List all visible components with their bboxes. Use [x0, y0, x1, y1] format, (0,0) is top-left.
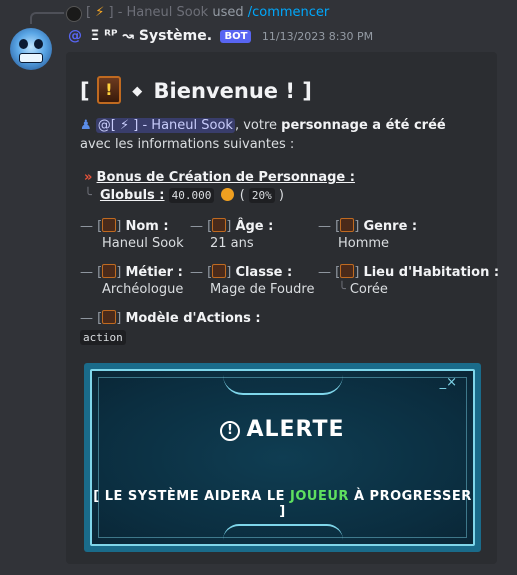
hook-icon: ╰ [84, 188, 92, 203]
warning-box-icon [96, 76, 121, 104]
user-mention[interactable]: @[ ⚡ ] - Haneul Sook [95, 118, 235, 133]
title-bracket: [ [80, 79, 90, 103]
field-genre: — [] Genre : Homme [318, 218, 418, 251]
reply-context[interactable]: [ ⚡ ] - Haneul Sook used /commencer [0, 0, 517, 28]
alert-msg-highlight: JOUEUR [290, 489, 349, 504]
spiral-icon: @ [68, 28, 82, 44]
command-link[interactable]: /commencer [248, 5, 330, 20]
field-age: — [] Âge : 21 ans [190, 218, 274, 251]
bonus-title: » Bonus de Création de Personnage : [84, 170, 355, 185]
field-classe: — [] Classe : Mage de Foudre [190, 264, 315, 297]
embed-title: [ ◆ Bienvenue ! ] [80, 76, 312, 104]
bonus-title-text: Bonus de Création de Personnage : [96, 170, 355, 185]
field-value: Haneul Sook [102, 236, 184, 251]
field-modele: — [] Modèle d'Actions : action [80, 310, 261, 345]
paren-open: ( [239, 188, 245, 203]
field-label: Nom : [125, 219, 169, 234]
alert-msg-1: [ LE SYSTÈME AIDERA LE [93, 489, 291, 504]
globuls-label: Globuls : [99, 188, 165, 203]
field-value-wrap: ╰ Corée [338, 282, 499, 297]
age-icon [212, 218, 227, 232]
reply-spine [30, 12, 64, 24]
globuls-amount: 40.000 [168, 188, 215, 203]
pickaxe-icon [102, 264, 117, 278]
field-label: Modèle d'Actions : [125, 311, 261, 326]
embed-description: ♟ @[ ⚡ ] - Haneul Sook, votre personnage… [80, 116, 480, 154]
diamond-icon: ◆ [132, 84, 143, 99]
field-lieu: — [] Lieu d'Habitation : ╰ Corée [318, 264, 500, 297]
alert-title: ! ALERTE [92, 417, 473, 442]
field-value: 21 ans [210, 236, 254, 251]
field-label: Âge : [235, 219, 274, 234]
alert-banner-image[interactable]: _× ! ALERTE [ LE SYSTÈME AIDERA LE JOUEUR… [84, 363, 481, 552]
bot-username[interactable]: Ξ ᴿᴾ ↝ Système. [90, 28, 212, 44]
person-icon: ♟ [80, 118, 92, 133]
globuls-percent: 20% [248, 188, 275, 203]
lightning-icon: ⚡ [95, 5, 105, 20]
field-nom: — [] Nom : Haneul Sook [80, 218, 184, 251]
window-controls-icon: _× [439, 375, 457, 390]
bottom-ornament [222, 524, 343, 540]
field-metier: — [] Métier : Archéologue [80, 264, 184, 297]
top-ornament [222, 375, 343, 395]
double-chevron-icon: » [84, 170, 93, 185]
field-value: Mage de Foudre [210, 282, 315, 297]
message-header: @ Ξ ᴿᴾ ↝ Système. BOT 11/13/2023 8:30 PM [68, 28, 373, 48]
name-tag-icon [102, 218, 117, 232]
field-value: Homme [338, 236, 390, 251]
gender-icon [340, 218, 355, 232]
avatar-eye-left [19, 39, 28, 49]
hook-icon: ╰ [338, 282, 346, 297]
desc-text-1: , votre [234, 118, 282, 133]
coin-icon [220, 188, 234, 201]
embed: [ ◆ Bienvenue ! ] ♟ @[ ⚡ ] - Haneul Sook… [66, 52, 500, 564]
field-value: action [80, 330, 126, 345]
paren-close: ) [278, 188, 284, 203]
field-value: Corée [349, 282, 388, 297]
reply-avatar[interactable] [66, 6, 82, 22]
field-value: Archéologue [102, 282, 184, 297]
alert-message: [ LE SYSTÈME AIDERA LE JOUEUR À PROGRESS… [92, 489, 473, 519]
field-label: Genre : [363, 219, 418, 234]
field-value-wrap: action [80, 330, 261, 345]
bot-badge: BOT [220, 30, 252, 43]
exclamation-icon: ! [220, 421, 241, 441]
reply-username[interactable]: ] - Haneul Sook [109, 5, 209, 20]
title-text: Bienvenue ! ] [153, 79, 312, 103]
avatar-eye-right [34, 39, 43, 49]
desc-bold: personnage a été créé [281, 118, 446, 133]
skull-icon [102, 310, 117, 324]
globuls-line: ╰ Globuls : 40.000 ( 20% ) [84, 188, 284, 203]
reply-used-label: used [212, 5, 244, 20]
message-timestamp: 11/13/2023 8:30 PM [261, 30, 374, 43]
field-label: Métier : [125, 265, 183, 280]
location-icon [340, 264, 355, 278]
reply-text: [ ⚡ ] - Haneul Sook used /commencer [86, 5, 329, 20]
field-label: Classe : [235, 265, 293, 280]
alert-title-text: ALERTE [246, 417, 345, 442]
banner-frame: _× ! ALERTE [ LE SYSTÈME AIDERA LE JOUEUR… [90, 369, 475, 546]
bot-avatar[interactable] [10, 28, 52, 70]
desc-text-2: avec les informations suivantes : [80, 137, 295, 152]
avatar-mouth [19, 53, 43, 63]
field-label: Lieu d'Habitation : [363, 265, 500, 280]
sword-icon [212, 264, 227, 278]
reply-prefix: [ [86, 5, 92, 20]
